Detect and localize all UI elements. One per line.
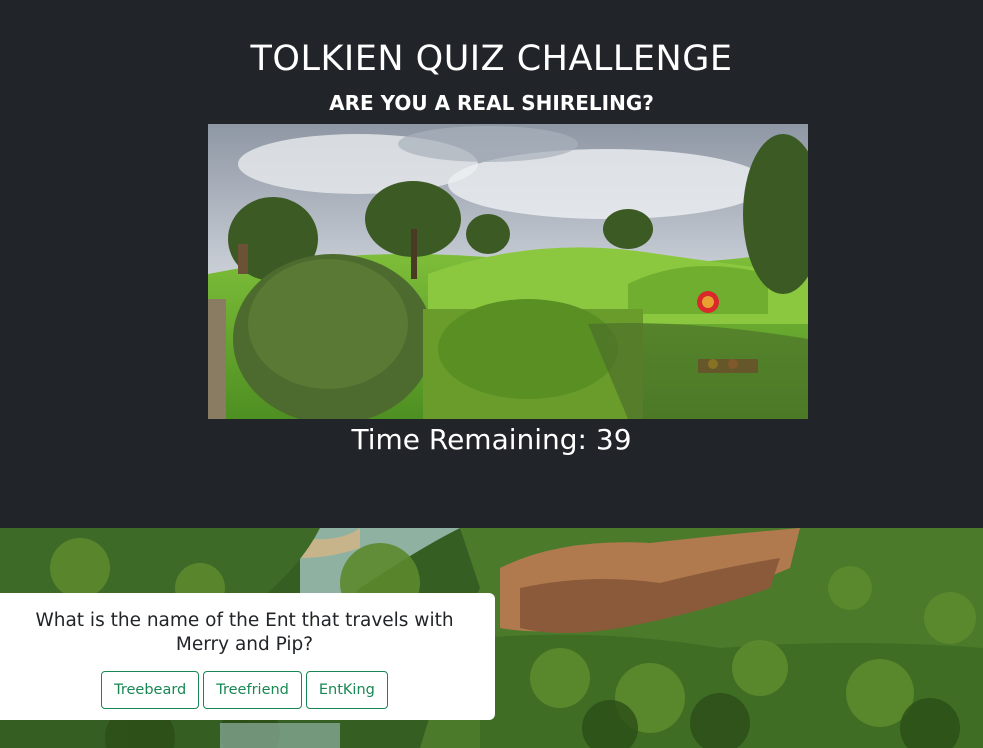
answer-button-treebeard[interactable]: Treebeard xyxy=(101,671,200,709)
answer-button-treefriend[interactable]: Treefriend xyxy=(203,671,302,709)
header: TOLKIEN QUIZ CHALLENGE ARE YOU A REAL SH… xyxy=(0,0,983,528)
question-text: What is the name of the Ent that travels… xyxy=(35,610,454,655)
page-subtitle: ARE YOU A REAL SHIRELING? xyxy=(329,91,654,115)
timer: Time Remaining: 39 xyxy=(0,420,983,460)
timer-label: Time Remaining: xyxy=(351,423,587,456)
answer-button-entking[interactable]: EntKing xyxy=(305,671,388,709)
question-card: What is the name of the Ent that travels… xyxy=(0,593,495,720)
timer-value: 39 xyxy=(595,423,632,456)
hobbiton-image xyxy=(208,124,808,419)
answer-options: Treebeard Treefriend EntKing xyxy=(12,671,477,709)
page-title: TOLKIEN QUIZ CHALLENGE xyxy=(250,39,733,79)
